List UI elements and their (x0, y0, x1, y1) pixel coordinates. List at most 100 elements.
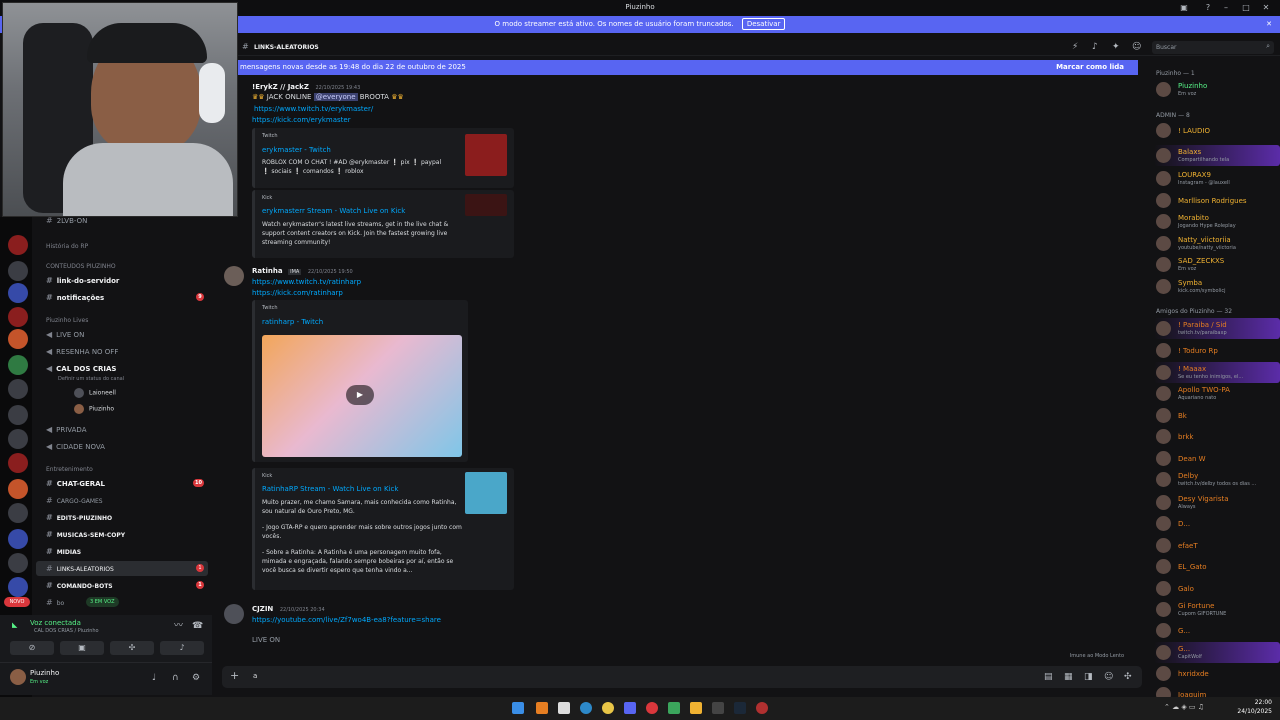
soundboard-button[interactable]: ♪ (160, 641, 204, 655)
member-item[interactable]: Gi Fortune Cupom GIFORTUNE (1154, 599, 1280, 620)
server-icon[interactable] (8, 235, 28, 255)
member-item[interactable]: Piuzinho Em voz (1154, 79, 1280, 100)
camera-off-button[interactable]: ⊘ (10, 641, 54, 655)
opera-icon[interactable] (646, 702, 658, 714)
channel-item[interactable]: # COMANDO-BOTS 1 (36, 578, 208, 593)
everyone-mention[interactable]: @everyone (313, 93, 358, 101)
server-icon[interactable] (8, 429, 28, 449)
voice-channel[interactable]: ◀ RESENHA NO OFF (36, 344, 208, 359)
category-header[interactable]: História do RP (46, 243, 88, 250)
voice-channel-name[interactable]: CAL DOS CRIAS / Piuzinho (34, 628, 99, 634)
channel-item[interactable]: # link-do-servidor (36, 273, 208, 288)
member-item[interactable]: Marllison Rodrigues (1154, 190, 1280, 211)
app-icon[interactable] (668, 702, 680, 714)
app-icon[interactable] (712, 702, 724, 714)
message-link[interactable]: https://www.twitch.tv/ratinharp (252, 278, 361, 286)
member-item[interactable]: SAD_ZECKXS Em voz (1154, 254, 1280, 275)
member-item[interactable]: Apollo TWO-PA Aquariano nato (1154, 383, 1280, 404)
bell-icon[interactable]: ♪ (1092, 42, 1098, 52)
member-item[interactable]: Natty_viictoriia youtube/natty_viictoria (1154, 233, 1280, 254)
channel-item[interactable]: # CARGO-GAMES (36, 493, 208, 508)
member-item[interactable]: efaeT (1154, 535, 1280, 556)
folder-icon[interactable] (690, 702, 702, 714)
voice-channel[interactable]: ◀ PRIVADA (36, 422, 208, 437)
threads-icon[interactable]: ⚡ (1072, 42, 1078, 52)
category-header[interactable]: CONTEUDOS PIUZINHO (46, 263, 116, 270)
stream-preview-image[interactable]: ▶ (262, 335, 462, 457)
member-item[interactable]: brkk (1154, 426, 1280, 447)
member-item[interactable]: ! Paraiba / Sid twitch.tv/paraibaxp (1154, 318, 1280, 339)
message-author[interactable]: Ratinha (252, 267, 283, 275)
embed-title[interactable]: ratinharp - Twitch (262, 318, 323, 326)
channel-item[interactable]: # CHAT-GERAL 10 (36, 476, 208, 491)
avatar[interactable] (10, 669, 26, 685)
play-icon[interactable]: ▶ (346, 385, 374, 405)
add-attachment-icon[interactable]: + (230, 669, 239, 682)
steam-icon[interactable] (734, 702, 746, 714)
search-input[interactable]: Buscar ⌕ (1152, 41, 1274, 54)
screen-share-button[interactable]: ▣ (60, 641, 104, 655)
embed-title[interactable]: erykmaster - Twitch (262, 146, 331, 154)
app-icon[interactable] (756, 702, 768, 714)
new-badge[interactable]: NOVO (4, 597, 30, 607)
member-item[interactable]: Symba kick.com/symbolicj (1154, 276, 1280, 297)
message-composer[interactable]: + a ▤ ▦ ◨ ☺ ✣ (222, 666, 1142, 688)
clock-time[interactable]: 22:00 (1236, 699, 1272, 706)
close-button[interactable]: ✕ (1260, 2, 1272, 13)
gift-icon[interactable]: ▤ (1044, 672, 1053, 682)
channel-item[interactable]: # MIDIAS (36, 544, 208, 559)
member-item[interactable]: Bk (1154, 405, 1280, 426)
edge-icon[interactable] (580, 702, 592, 714)
gear-icon[interactable]: ⚙ (192, 673, 200, 683)
minimize-button[interactable]: – (1220, 2, 1232, 13)
disable-streamer-button[interactable]: Desativar (741, 18, 786, 30)
message-author[interactable]: !ErykZ // JackZ (252, 83, 309, 91)
message-author[interactable]: CJZIN (252, 605, 273, 613)
channel-status[interactable]: Definir um status do canal (58, 376, 124, 382)
help-icon[interactable]: ? (1202, 2, 1214, 13)
headphones-icon[interactable]: ∩ (172, 673, 179, 683)
microphone-icon[interactable]: ♩ (152, 673, 156, 683)
server-icon[interactable] (8, 553, 28, 573)
avatar[interactable] (224, 266, 244, 286)
server-icon[interactable] (8, 577, 28, 597)
channel-item[interactable]: # bo (36, 595, 208, 610)
channel-item[interactable]: # notificações 9 (36, 290, 208, 305)
new-messages-bar[interactable]: mensagens novas desde as 19:48 do dia 22… (238, 60, 1138, 75)
member-item[interactable]: G... (1154, 620, 1280, 641)
member-item[interactable]: D... (1154, 513, 1280, 534)
embed-title[interactable]: erykmasterr Stream - Watch Live on Kick (262, 207, 405, 215)
message-link[interactable]: https://kick.com/ratinharp (252, 289, 343, 297)
member-item[interactable]: G... CapitWolf (1154, 642, 1280, 663)
voice-channel[interactable]: ◀ CIDADE NOVA (36, 439, 208, 454)
emoji-icon[interactable]: ☺ (1104, 672, 1113, 682)
server-icon[interactable] (8, 405, 28, 425)
channel-item[interactable]: #2LVB-ON (36, 213, 208, 228)
category-header[interactable]: Entretenimento (46, 466, 93, 473)
sticker-icon[interactable]: ◨ (1084, 672, 1093, 682)
pin-icon[interactable]: ✦ (1112, 42, 1120, 52)
member-item[interactable]: ! LAUDIO (1154, 120, 1280, 141)
signal-icon[interactable]: ◣ (12, 621, 17, 629)
inbox-icon[interactable]: ▣ (1178, 2, 1190, 13)
voice-user[interactable]: Piuzinho (74, 404, 114, 414)
message-link[interactable]: https://kick.com/erykmaster (252, 116, 351, 124)
member-item[interactable]: ! Toduro Rp (1154, 340, 1280, 361)
mark-read-button[interactable]: Marcar como lida (1056, 60, 1124, 75)
app-icon[interactable] (536, 702, 548, 714)
disconnect-icon[interactable]: ☎ (192, 621, 203, 631)
server-icon[interactable] (8, 329, 28, 349)
embed-title[interactable]: RatinhaRP Stream - Watch Live on Kick (262, 485, 398, 493)
member-item[interactable]: ! Maaax Se eu tenho inimigos, el... (1154, 362, 1280, 383)
channel-item-selected[interactable]: # LINKS-ALEATORIOS 1 (36, 561, 208, 576)
member-item[interactable]: EL_Gato (1154, 556, 1280, 577)
server-icon[interactable] (8, 503, 28, 523)
avatar[interactable] (224, 604, 244, 624)
server-icon[interactable] (8, 453, 28, 473)
member-item[interactable]: Delby twitch.tv/delby todos os dias ... (1154, 469, 1280, 490)
close-banner-icon[interactable]: ✕ (1266, 16, 1272, 33)
category-header[interactable]: Piuzinho Lives (46, 317, 88, 324)
server-icon[interactable] (8, 261, 28, 281)
member-item[interactable]: Desy Vigarista Always (1154, 492, 1280, 513)
activities-button[interactable]: ✣ (110, 641, 154, 655)
